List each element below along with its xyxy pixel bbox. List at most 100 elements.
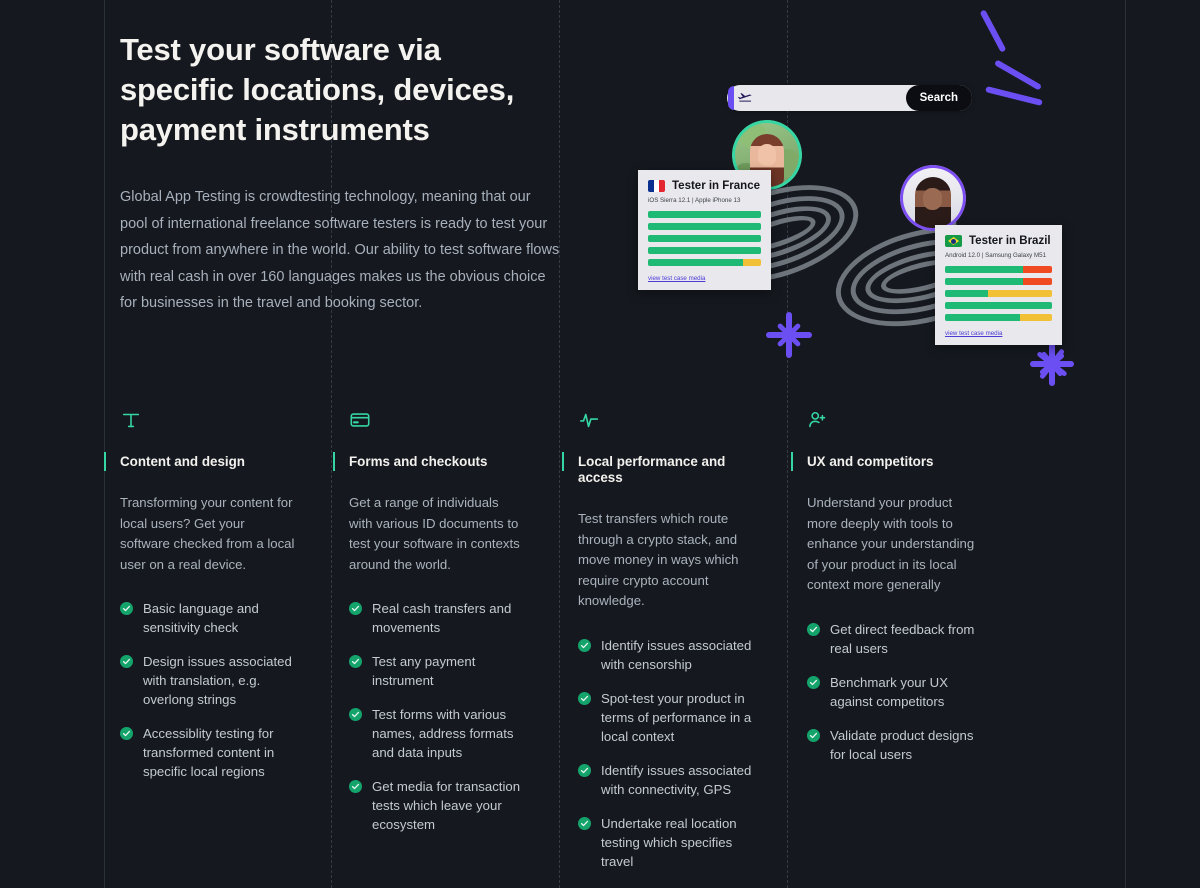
check-circle-icon <box>578 816 591 871</box>
list-item: Identify issues associated with censorsh… <box>578 636 753 674</box>
score-bar <box>648 223 761 230</box>
feature-title: Content and design <box>104 452 295 471</box>
tester-card-brazil[interactable]: Tester in Brazil Android 12.0 | Samsung … <box>935 225 1062 345</box>
user-plus-icon <box>807 405 982 431</box>
feature-column-content-and-design: Content and design Transforming your con… <box>104 405 333 871</box>
list-item: Get direct feedback from real users <box>807 620 982 658</box>
list-item-label: Test any payment instrument <box>372 654 476 688</box>
feature-blurb: Test transfers which route through a cry… <box>578 511 739 608</box>
list-item: Spot-test your product in terms of perfo… <box>578 689 753 746</box>
list-item-label: Benchmark your UX against competitors <box>830 674 948 709</box>
list-item: Real cash transfers and movements <box>349 599 524 637</box>
card-header: Tester in Brazil <box>945 235 1052 247</box>
list-item-label: Basic language and sensitivity check <box>143 601 259 635</box>
check-circle-icon <box>807 728 820 764</box>
list-item: Benchmark your UX against competitors <box>807 673 982 711</box>
list-item: Test forms with various names, address f… <box>349 705 524 762</box>
accent-stroke-3 <box>985 86 1043 106</box>
list-item: Basic language and sensitivity check <box>120 599 295 637</box>
check-circle-icon <box>578 638 591 674</box>
card-title: Tester in France <box>672 180 760 192</box>
list-item: Identify issues associated with connecti… <box>578 761 753 799</box>
check-circle-icon <box>349 654 362 690</box>
activity-pulse-icon <box>578 405 753 431</box>
flag-brazil-icon <box>945 235 962 247</box>
text-type-icon <box>120 405 295 431</box>
page-title: Test your software via specific location… <box>120 32 515 147</box>
feature-list: Basic language and sensitivity check Des… <box>120 599 295 781</box>
list-item-label: Get direct feedback from real users <box>830 621 975 656</box>
check-circle-icon <box>349 601 362 637</box>
score-bar <box>945 290 1052 297</box>
search-bar[interactable]: Search <box>727 85 972 111</box>
list-item-label: Spot-test your product in terms of perfo… <box>601 690 752 744</box>
feature-column-local-performance-and-access: Local performance and access Test transf… <box>562 405 791 871</box>
feature-columns: Content and design Transforming your con… <box>104 405 1125 871</box>
check-circle-icon <box>120 726 133 781</box>
card-header: Tester in France <box>648 180 761 192</box>
check-circle-icon <box>120 601 133 637</box>
sparkle-decoration-1 <box>766 312 812 358</box>
title-accent-bar <box>333 452 335 471</box>
feature-blurb: Transforming your content for local user… <box>120 495 295 572</box>
illustration: Search Tester in France iOS Sierra 12.1 … <box>600 9 1200 386</box>
tester-card-france[interactable]: Tester in France iOS Sierra 12.1 | Apple… <box>638 170 771 290</box>
feature-column-forms-and-checkouts: Forms and checkouts Get a range of indiv… <box>333 405 562 871</box>
feature-column-ux-and-competitors: UX and competitors Understand your produ… <box>791 405 1020 871</box>
score-bar <box>945 278 1052 285</box>
view-test-case-media-link[interactable]: view test case media <box>945 330 1052 337</box>
view-test-case-media-link[interactable]: view test case media <box>648 275 761 282</box>
card-score-bars <box>945 266 1052 321</box>
score-bar <box>945 314 1052 321</box>
list-item-label: Test forms with various names, address f… <box>372 707 514 760</box>
check-circle-icon <box>807 675 820 711</box>
card-score-bars <box>648 211 761 266</box>
list-item-label: Undertake real location testing which sp… <box>601 815 737 869</box>
check-circle-icon <box>120 654 133 709</box>
search-accent <box>728 86 734 110</box>
list-item-label: Real cash transfers and movements <box>372 601 512 635</box>
card-title: Tester in Brazil <box>969 235 1051 247</box>
check-circle-icon <box>578 691 591 746</box>
score-bar <box>648 247 761 254</box>
list-item: Design issues associated with translatio… <box>120 652 295 709</box>
list-item-label: Identify issues associated with connecti… <box>601 762 752 797</box>
list-item-label: Accessiblity testing for transformed con… <box>143 726 275 779</box>
check-circle-icon <box>349 707 362 762</box>
feature-blurb: Understand your product more deeply with… <box>807 495 975 592</box>
airplane-icon <box>737 89 754 107</box>
list-item-label: Design issues associated with translatio… <box>143 654 292 707</box>
list-item-label: Get media for transaction tests which le… <box>372 779 521 832</box>
score-bar <box>648 235 761 242</box>
score-bar <box>648 259 761 266</box>
score-bar <box>648 211 761 218</box>
list-item: Undertake real location testing which sp… <box>578 814 753 871</box>
score-bar <box>945 302 1052 309</box>
list-item-label: Identify issues associated with censorsh… <box>601 637 752 672</box>
list-item: Accessiblity testing for transformed con… <box>120 724 295 781</box>
credit-card-icon <box>349 405 524 431</box>
hero-section: Test your software via specific location… <box>120 30 560 317</box>
feature-title: UX and competitors <box>791 452 982 471</box>
feature-title: Forms and checkouts <box>333 452 524 471</box>
check-circle-icon <box>807 622 820 658</box>
page-root: Test your software via specific location… <box>0 0 1200 888</box>
search-button[interactable]: Search <box>905 85 972 111</box>
score-bar <box>945 266 1052 273</box>
check-circle-icon <box>578 763 591 799</box>
list-item: Get media for transaction tests which le… <box>349 777 524 834</box>
accent-stroke-1 <box>979 9 1007 53</box>
list-item: Test any payment instrument <box>349 652 524 690</box>
feature-list: Real cash transfers and movements Test a… <box>349 599 524 834</box>
card-device-meta: iOS Sierra 12.1 | Apple iPhone 13 <box>648 197 741 204</box>
feature-blurb: Get a range of individuals with various … <box>349 495 520 572</box>
feature-list: Get direct feedback from real users Benc… <box>807 620 982 764</box>
flag-france-icon <box>648 180 665 192</box>
sparkle-decoration-2 <box>1030 342 1074 386</box>
check-circle-icon <box>349 779 362 834</box>
feature-title: Local performance and access <box>562 452 753 486</box>
accent-stroke-2 <box>993 59 1043 91</box>
hero-paragraph: Global App Testing is crowdtesting techn… <box>120 189 560 311</box>
list-item-label: Validate product designs for local users <box>830 727 974 762</box>
feature-list: Identify issues associated with censorsh… <box>578 636 753 871</box>
